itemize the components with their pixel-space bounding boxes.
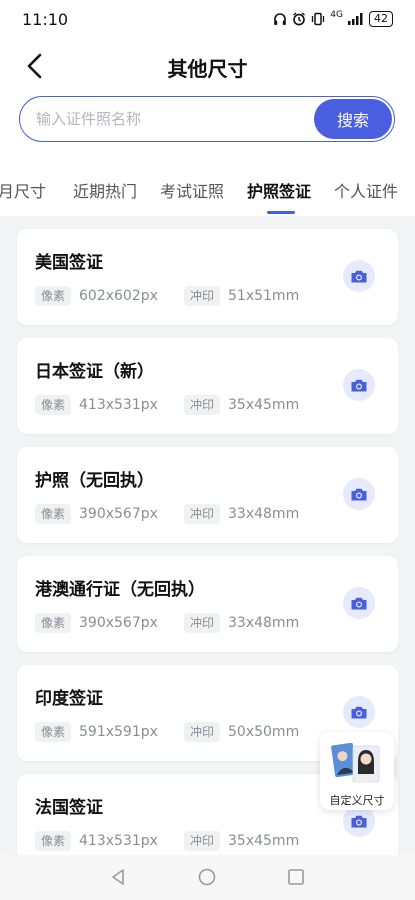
camera-icon [351,815,367,827]
tab-recent-hot[interactable]: 近期热门 [73,178,137,202]
print-tag: 冲印 [184,613,221,633]
pixel-tag: 像素 [35,613,72,633]
system-nav-bar [0,855,415,900]
list-item[interactable]: 美国签证 像素 602x602px 冲印 51x51mm [17,229,398,325]
print-value: 33x48mm [228,615,300,631]
battery-level: 42 [374,12,388,25]
print-tag: 冲印 [184,395,221,415]
list-item[interactable]: 日本签证（新） 像素 413x531px 冲印 35x45mm [17,338,398,434]
print-tag: 冲印 [184,831,221,851]
pixel-info: 像素 390x567px [35,613,158,633]
status-icons: 4G 42 [273,10,393,27]
search-input[interactable] [36,108,306,130]
camera-icon [351,270,367,282]
camera-icon [351,706,367,718]
headphones-icon [274,13,287,25]
camera-button[interactable] [343,696,375,728]
print-info: 冲印 35x45mm [184,831,299,851]
search-button[interactable]: 搜索 [314,99,392,139]
print-info: 冲印 35x45mm [184,395,299,415]
list-item[interactable]: 港澳通行证（无回执） 像素 390x567px 冲印 33x48mm [17,556,398,652]
print-info: 冲印 51x51mm [184,286,299,306]
tab-active-indicator [267,211,295,214]
camera-button[interactable] [343,478,375,510]
vibrate-icon [312,12,325,26]
print-value: 50x50mm [228,724,300,740]
camera-button[interactable] [343,369,375,401]
print-info: 冲印 33x48mm [184,504,299,524]
pixel-tag: 像素 [35,831,72,851]
status-bar: 11:10 4G 42 [0,0,415,40]
camera-icon [351,488,367,500]
print-info: 冲印 50x50mm [184,722,299,742]
camera-button[interactable] [343,260,375,292]
item-name: 港澳通行证（无回执） [35,580,205,600]
pixel-info: 像素 602x602px [35,286,158,306]
battery-icon: 42 [369,11,393,27]
item-name: 印度签证 [35,689,103,709]
pixel-tag: 像素 [35,722,72,742]
tab-personal-id[interactable]: 个人证件 [334,178,398,202]
tab-exam-photo[interactable]: 考试证照 [160,178,224,202]
item-name: 法国签证 [35,798,103,818]
page-header: 其他尺寸 [0,44,415,88]
pixel-info: 像素 413x531px [35,831,158,851]
item-name: 日本签证（新） [35,362,154,382]
custom-size-button[interactable]: 自定义尺寸 [320,732,394,810]
pixel-value: 602x602px [79,288,158,304]
pixel-value: 390x567px [79,506,158,522]
network-type: 4G [330,10,343,20]
pixel-tag: 像素 [35,286,72,306]
item-name: 护照（无回执） [35,471,154,491]
pixel-value: 591x591px [79,724,158,740]
signal-icon [348,13,363,25]
pixel-info: 像素 591x591px [35,722,158,742]
camera-button[interactable] [343,587,375,619]
print-value: 51x51mm [228,288,300,304]
tab-month-size[interactable]: 月尺寸 [0,178,46,202]
print-tag: 冲印 [184,286,221,306]
print-value: 33x48mm [228,506,300,522]
pixel-value: 413x531px [79,833,158,849]
alarm-icon [293,12,306,26]
search-bar: 搜索 [19,96,395,142]
print-value: 35x45mm [228,397,300,413]
custom-size-label: 自定义尺寸 [329,794,385,807]
camera-icon [351,597,367,609]
page-title: 其他尺寸 [167,57,248,81]
category-tabs: 月尺寸 近期热门 考试证照 护照签证 个人证件 [0,165,415,215]
item-name: 美国签证 [35,253,103,273]
pixel-tag: 像素 [35,395,72,415]
pixel-value: 390x567px [79,615,158,631]
nav-home-icon[interactable] [197,867,217,887]
print-value: 35x45mm [228,833,300,849]
pixel-tag: 像素 [35,504,72,524]
tab-passport-visa[interactable]: 护照签证 [247,178,311,202]
pixel-info: 像素 413x531px [35,395,158,415]
id-photos-icon [331,742,380,783]
list-item[interactable]: 护照（无回执） 像素 390x567px 冲印 33x48mm [17,447,398,543]
nav-recents-icon[interactable] [286,867,306,887]
status-time: 11:10 [22,10,69,29]
nav-back-icon[interactable] [108,867,128,887]
print-info: 冲印 33x48mm [184,613,299,633]
pixel-value: 413x531px [79,397,158,413]
pixel-info: 像素 390x567px [35,504,158,524]
camera-icon [351,379,367,391]
print-tag: 冲印 [184,504,221,524]
print-tag: 冲印 [184,722,221,742]
